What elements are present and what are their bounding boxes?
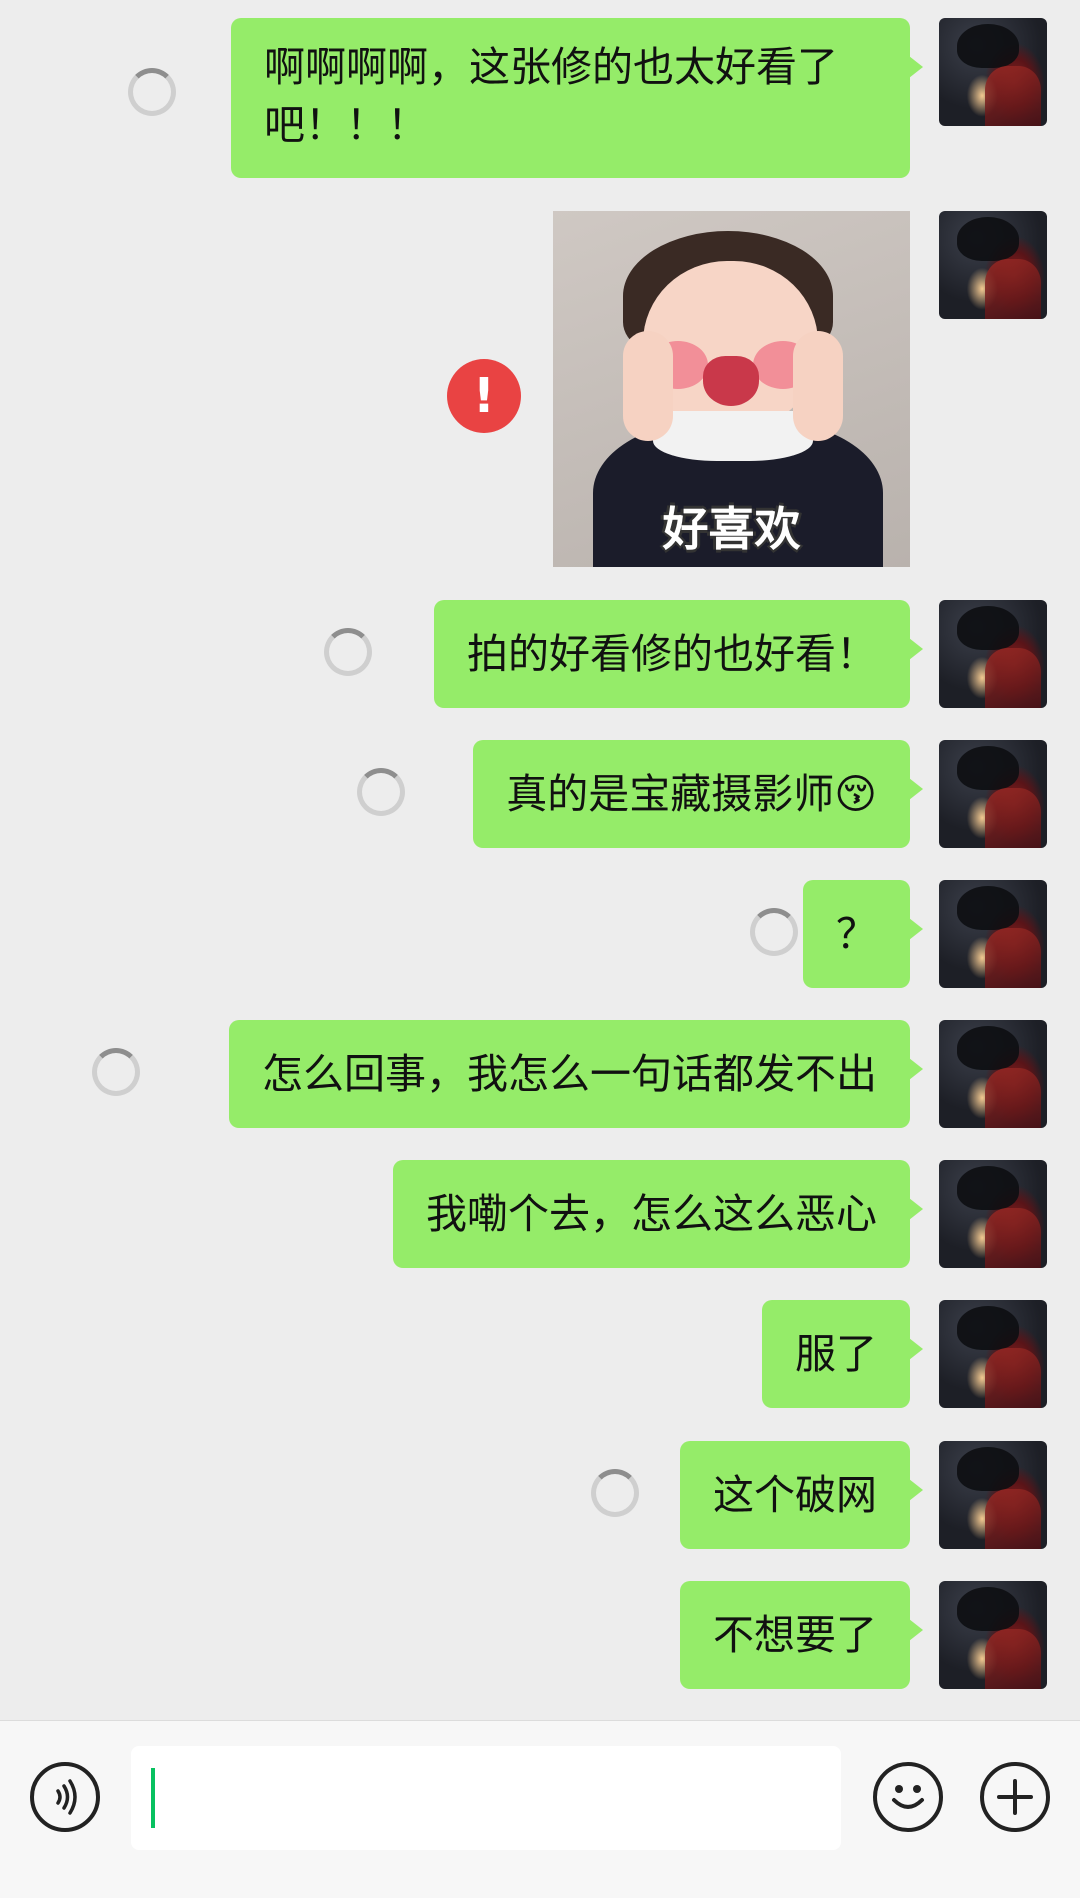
message-bubble[interactable]: 真的是宝藏摄影师😚 bbox=[473, 740, 923, 848]
user-avatar[interactable] bbox=[939, 1020, 1047, 1128]
sticker-collar bbox=[653, 411, 813, 461]
sticker-image[interactable]: 好喜欢 bbox=[553, 211, 910, 567]
message-row: ! bbox=[0, 211, 1080, 571]
sending-spinner-icon bbox=[357, 768, 405, 816]
message-bubble[interactable]: 不想要了 bbox=[680, 1581, 923, 1689]
message-row: 服了 bbox=[0, 1300, 1080, 1408]
message-text: 服了 bbox=[795, 1330, 877, 1378]
user-avatar[interactable] bbox=[939, 1300, 1047, 1408]
sticker-hand bbox=[623, 331, 673, 441]
message-text: 拍的好看修的也好看！ bbox=[467, 630, 877, 678]
message-text: 这个破网 bbox=[713, 1471, 877, 1519]
emoji-icon[interactable] bbox=[873, 1762, 943, 1832]
message-bubble[interactable]: 啊啊啊啊，这张修的也太好看了吧！！！ bbox=[231, 18, 923, 178]
sending-spinner-icon bbox=[92, 1048, 140, 1096]
user-avatar[interactable] bbox=[939, 600, 1047, 708]
message-row: 怎么回事，我怎么一句话都发不出 bbox=[0, 1020, 1080, 1128]
message-row: 我嘞个去，怎么这么恶心 bbox=[0, 1160, 1080, 1268]
plus-icon[interactable] bbox=[980, 1762, 1050, 1832]
user-avatar[interactable] bbox=[939, 1160, 1047, 1268]
message-bubble[interactable]: 我嘞个去，怎么这么恶心 bbox=[393, 1160, 923, 1268]
message-text: 啊啊啊啊，这张修的也太好看了吧！！！ bbox=[264, 43, 838, 149]
message-row: ？ bbox=[0, 880, 1080, 988]
message-bubble[interactable]: 服了 bbox=[762, 1300, 923, 1408]
chat-message-list[interactable]: 啊啊啊啊，这张修的也太好看了吧！！！ ! 好喜欢 拍的好看修的也好看！ 真的是宝… bbox=[0, 0, 1080, 1720]
message-text: 怎么回事，我怎么一句话都发不出 bbox=[262, 1050, 877, 1098]
message-text: ？ bbox=[836, 910, 877, 958]
message-text: 真的是宝藏摄影师😚 bbox=[506, 770, 877, 818]
sticker-hand bbox=[793, 331, 843, 441]
user-avatar[interactable] bbox=[939, 740, 1047, 848]
user-avatar[interactable] bbox=[939, 1441, 1047, 1549]
text-cursor bbox=[151, 1768, 155, 1828]
message-bubble[interactable]: 这个破网 bbox=[680, 1441, 923, 1549]
user-avatar[interactable] bbox=[939, 18, 1047, 126]
user-avatar[interactable] bbox=[939, 1581, 1047, 1689]
sending-spinner-icon bbox=[128, 68, 176, 116]
message-bubble[interactable]: 怎么回事，我怎么一句话都发不出 bbox=[229, 1020, 923, 1128]
message-text: 不想要了 bbox=[713, 1611, 877, 1659]
sending-spinner-icon bbox=[591, 1469, 639, 1517]
user-avatar[interactable] bbox=[939, 880, 1047, 988]
sending-spinner-icon bbox=[324, 628, 372, 676]
message-text: 我嘞个去，怎么这么恶心 bbox=[426, 1190, 877, 1238]
sending-spinner-icon bbox=[750, 908, 798, 956]
exclamation-icon[interactable]: ! bbox=[447, 359, 521, 433]
sticker-mouth bbox=[703, 356, 759, 406]
message-row: 这个破网 bbox=[0, 1441, 1080, 1549]
voice-icon[interactable] bbox=[30, 1762, 100, 1832]
message-row: 拍的好看修的也好看！ bbox=[0, 600, 1080, 708]
message-input[interactable] bbox=[131, 1746, 841, 1850]
message-bubble[interactable]: ？ bbox=[803, 880, 923, 988]
message-row: 真的是宝藏摄影师😚 bbox=[0, 740, 1080, 848]
message-bubble[interactable]: 拍的好看修的也好看！ bbox=[434, 600, 923, 708]
sticker-caption: 好喜欢 bbox=[662, 502, 801, 556]
message-row: 不想要了 bbox=[0, 1581, 1080, 1689]
user-avatar[interactable] bbox=[939, 211, 1047, 319]
message-row: 啊啊啊啊，这张修的也太好看了吧！！！ bbox=[0, 18, 1080, 180]
